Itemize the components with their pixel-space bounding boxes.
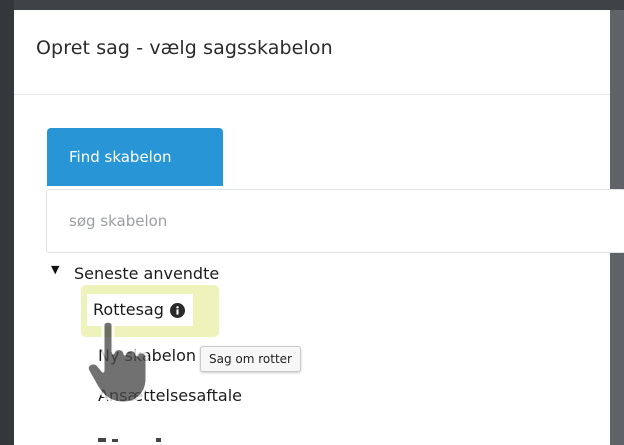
collapse-toggle-icon[interactable]: ▼	[51, 263, 59, 276]
tab-find-template[interactable]: Find skabelon	[47, 128, 223, 186]
tree-group-recent[interactable]: Seneste anvendte	[74, 264, 219, 283]
backdrop-edge	[0, 0, 14, 445]
dialog-header: Opret sag - vælg sagsskabelon	[14, 10, 610, 95]
tooltip: Sag om rotter	[200, 346, 301, 372]
search-template-input[interactable]	[46, 189, 624, 253]
next-item-partial	[98, 438, 161, 442]
hand-cursor-icon	[85, 319, 149, 405]
info-icon[interactable]	[169, 302, 185, 318]
backdrop	[0, 0, 624, 10]
dialog-title: Opret sag - vælg sagsskabelon	[36, 37, 333, 59]
